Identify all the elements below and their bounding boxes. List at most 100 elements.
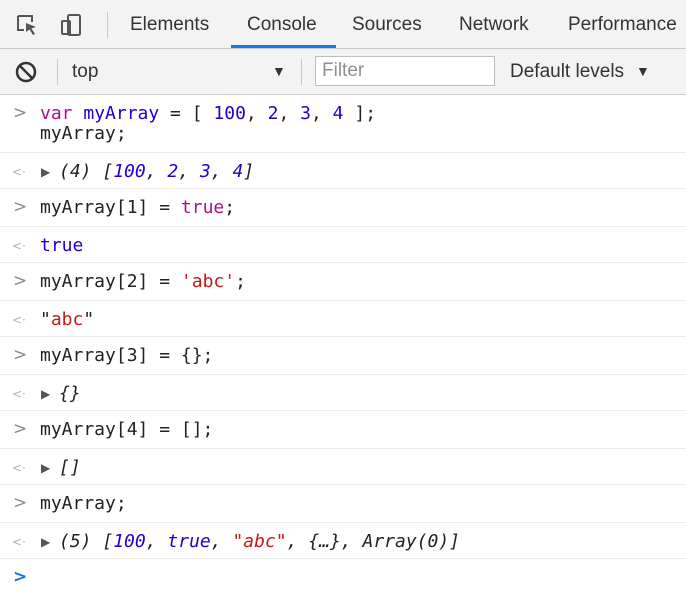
- code-token: 3: [300, 103, 311, 124]
- result-value: (4) [100, 2, 3, 4]: [59, 160, 254, 184]
- devtools-tab-bar: Elements Console Sources Network Perform…: [0, 0, 686, 49]
- console-result-entry[interactable]: <· ▶ {}: [0, 375, 686, 411]
- tab-elements[interactable]: Elements: [130, 0, 209, 48]
- result-arrow-icon: <·: [12, 387, 26, 401]
- active-prompt-icon: >: [13, 567, 28, 587]
- code-token: {}: [59, 383, 81, 404]
- code-token: ]: [243, 161, 255, 182]
- input-code-line: myArray;: [40, 492, 127, 516]
- input-prompt-icon: >: [13, 197, 28, 217]
- result-value: true: [40, 234, 83, 258]
- input-prompt-icon: >: [13, 419, 28, 439]
- result-arrow-icon: <·: [12, 313, 26, 327]
- code-token: abc: [50, 309, 84, 330]
- code-token: (5) [: [59, 531, 114, 552]
- code-token: ;: [224, 197, 236, 218]
- code-token: true: [40, 235, 84, 256]
- code-token: 'abc': [180, 271, 236, 292]
- filter-divider: [301, 59, 302, 85]
- code-token: myArray;: [40, 123, 127, 144]
- result-value: "abc": [40, 308, 94, 332]
- result-arrow-icon: <·: [12, 535, 26, 549]
- code-token: , {…}, Array(0)]: [286, 531, 461, 552]
- code-token: ": [40, 309, 51, 330]
- code-token: ,: [210, 531, 233, 552]
- log-levels-selector[interactable]: Default levels: [510, 49, 624, 95]
- code-token: ,: [145, 161, 168, 182]
- tab-console[interactable]: Console: [247, 0, 317, 48]
- code-token: myArray;: [40, 493, 127, 514]
- code-token: ,: [210, 161, 233, 182]
- input-code-line: myArray[3] = {};: [40, 344, 213, 368]
- expand-triangle-icon[interactable]: ▶: [41, 530, 53, 554]
- code-token: 2: [267, 103, 279, 124]
- code-token: var: [40, 103, 73, 124]
- code-token: ,: [178, 161, 200, 182]
- console-result-entry: <· "abc": [0, 301, 686, 337]
- code-token: myArray[3] = {};: [40, 345, 214, 366]
- context-dropdown-arrow-icon[interactable]: ▼: [272, 49, 286, 93]
- code-token: myArray[4] = [];: [40, 419, 214, 440]
- result-arrow-icon: <·: [12, 461, 26, 475]
- console-output[interactable]: > var myArray = [ 100, 2, 3, 4 ]; myArray;…: [0, 95, 686, 595]
- code-token: 4: [232, 161, 244, 182]
- code-token: 4: [332, 103, 344, 124]
- code-token: "abc": [232, 531, 287, 552]
- input-code-line: myArray[2] = 'abc';: [40, 270, 246, 294]
- input-prompt-icon: >: [13, 271, 28, 291]
- expand-triangle-icon[interactable]: ▶: [41, 382, 53, 406]
- code-token: true: [167, 531, 211, 552]
- code-token: ,: [145, 531, 168, 552]
- result-arrow-icon: <·: [12, 239, 26, 253]
- code-token: 100: [113, 531, 146, 552]
- levels-dropdown-arrow-icon[interactable]: ▼: [636, 49, 650, 93]
- inspect-element-icon[interactable]: [15, 13, 39, 37]
- code-token: []: [59, 457, 81, 478]
- console-input-entry[interactable]: > myArray;: [0, 485, 686, 523]
- console-result-entry[interactable]: <· ▶ (5) [100, true, "abc", {…}, Array(0)]: [0, 523, 686, 559]
- console-input-entry[interactable]: > myArray[4] = [];: [0, 411, 686, 449]
- result-value: []: [59, 456, 81, 480]
- expand-triangle-icon[interactable]: ▶: [41, 160, 53, 184]
- result-value: {}: [59, 382, 81, 406]
- code-token: (4) [: [59, 161, 114, 182]
- code-token: 3: [199, 161, 211, 182]
- code-token: myArray[2] =: [40, 271, 181, 292]
- device-toolbar-icon[interactable]: [59, 13, 83, 37]
- code-token: ,: [245, 103, 268, 124]
- console-input-entry[interactable]: > myArray[2] = 'abc';: [0, 263, 686, 301]
- console-prompt-line[interactable]: >: [0, 559, 686, 595]
- context-selector[interactable]: top: [72, 49, 98, 95]
- code-token: myArray: [83, 103, 160, 124]
- clear-console-icon[interactable]: [14, 60, 38, 84]
- tab-network[interactable]: Network: [459, 0, 529, 48]
- code-token: ": [83, 309, 95, 330]
- code-token: 2: [167, 161, 179, 182]
- code-token: ];: [343, 103, 377, 124]
- console-input-entry[interactable]: > myArray[1] = true;: [0, 189, 686, 227]
- tab-performance[interactable]: Performance: [568, 0, 677, 48]
- result-value: (5) [100, true, "abc", {…}, Array(0)]: [59, 530, 460, 554]
- input-prompt-icon: >: [13, 345, 28, 365]
- console-input-entry[interactable]: > var myArray = [ 100, 2, 3, 4 ]; myArray;: [0, 95, 686, 153]
- toolbar-divider: [107, 12, 108, 38]
- code-token: myArray[1] =: [40, 197, 181, 218]
- code-token: ;: [235, 271, 246, 292]
- input-code-line: myArray[1] = true;: [40, 196, 235, 220]
- console-filter-bar: top ▼ Default levels ▼: [0, 49, 686, 95]
- code-token: ,: [310, 103, 333, 124]
- active-tab-indicator: [231, 45, 336, 48]
- input-prompt-icon: >: [13, 103, 28, 123]
- tab-sources[interactable]: Sources: [352, 0, 422, 48]
- expand-triangle-icon[interactable]: ▶: [41, 456, 53, 480]
- console-result-entry[interactable]: <· ▶ []: [0, 449, 686, 485]
- code-token: true: [180, 197, 225, 218]
- filter-divider: [57, 59, 58, 85]
- console-result-entry[interactable]: <· ▶ (4) [100, 2, 3, 4]: [0, 153, 686, 189]
- code-token: = [: [159, 103, 214, 124]
- filter-input[interactable]: [315, 56, 495, 86]
- result-arrow-icon: <·: [12, 165, 26, 179]
- console-input-entry[interactable]: > myArray[3] = {};: [0, 337, 686, 375]
- code-token: ,: [278, 103, 301, 124]
